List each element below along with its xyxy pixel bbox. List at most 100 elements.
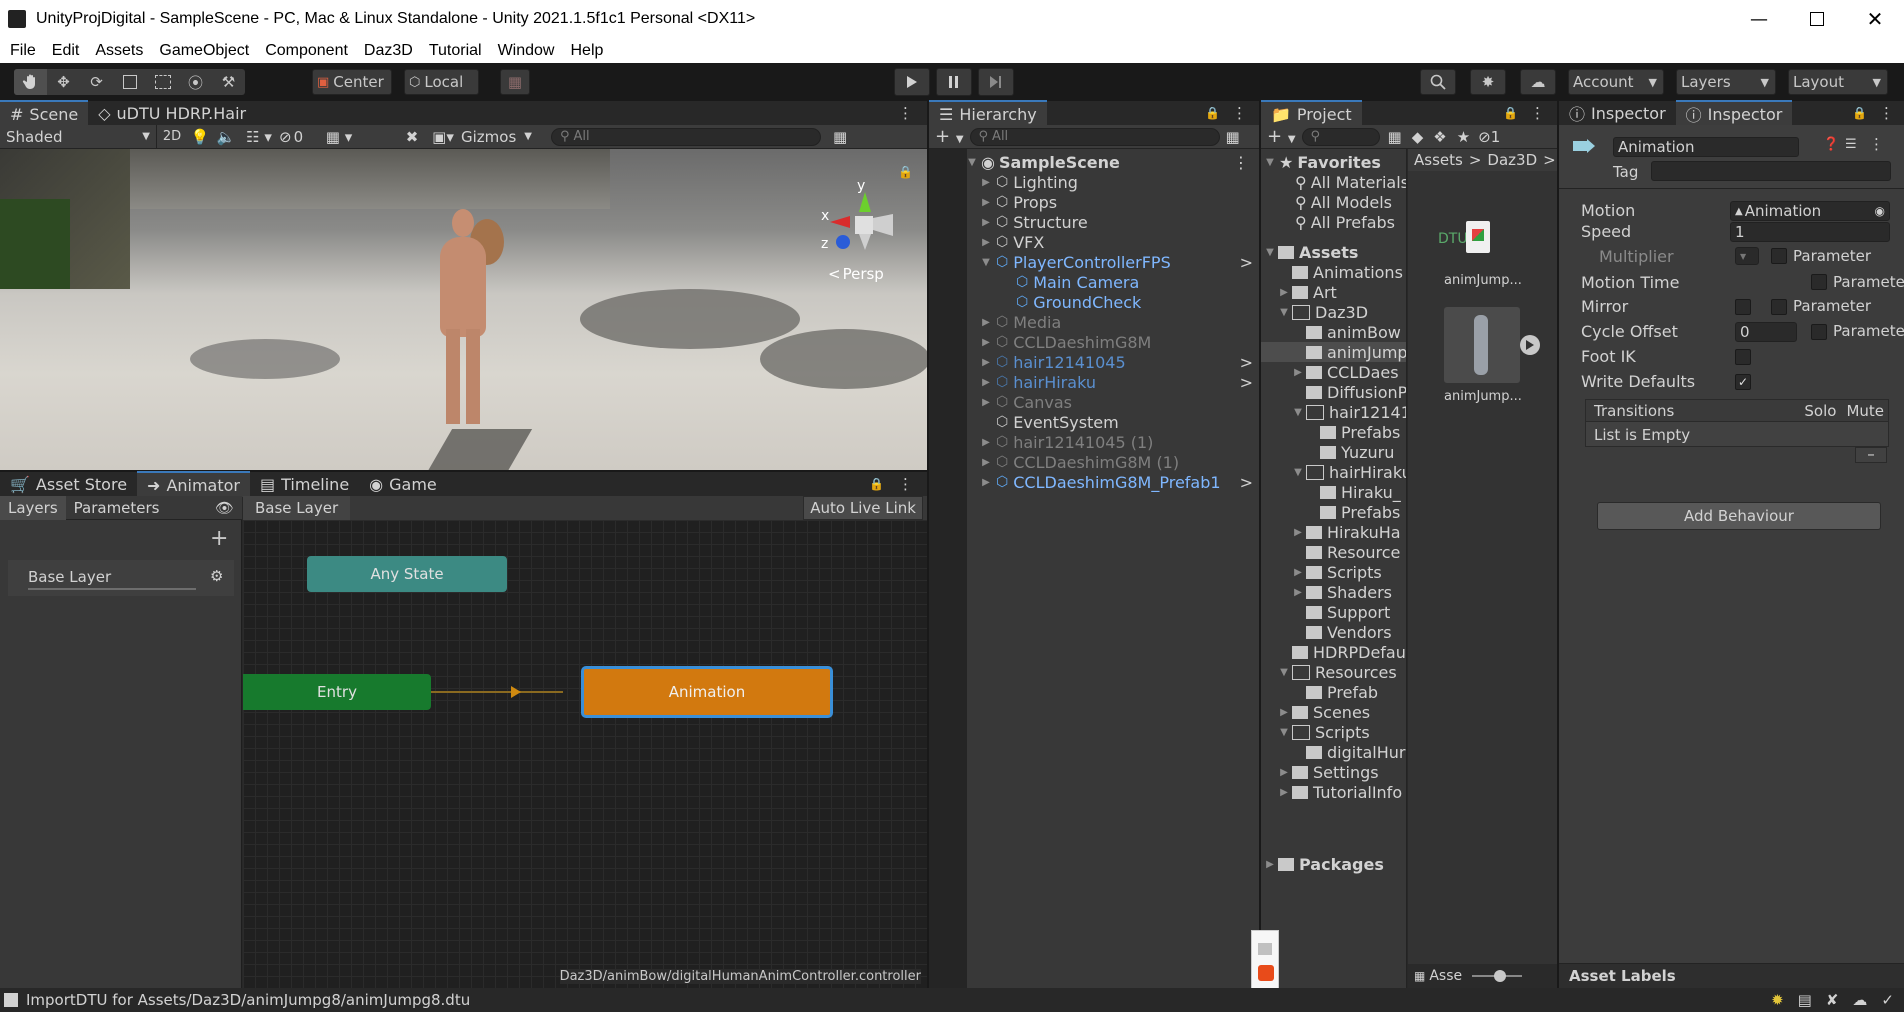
expand-arrow-icon[interactable]: ▼ — [1265, 247, 1275, 258]
expand-arrow-icon[interactable]: ▶ — [981, 437, 991, 448]
favorite-item[interactable]: ⚲ All Prefabs — [1295, 212, 1395, 232]
hierarchy-search-input[interactable]: ⚲ All — [969, 127, 1220, 146]
menu-help[interactable]: Help — [570, 42, 603, 60]
hierarchy-item[interactable]: ▶ ⬡ hairHiraku > — [981, 372, 1259, 392]
tab-udtu-hdrp-hair[interactable]: ◇ uDTU HDRP.Hair — [88, 101, 256, 125]
project-folder-item[interactable]: ▶ HirakuHa — [1293, 522, 1400, 542]
star-icon[interactable]: ★ — [1457, 128, 1470, 146]
ime-menu-icon[interactable] — [1258, 943, 1272, 955]
hand-tool-icon[interactable] — [14, 69, 47, 95]
lock-icon[interactable]: 🔒 — [1852, 106, 1867, 120]
hierarchy-item[interactable]: ▶ ⬡ Props — [981, 192, 1259, 212]
tab-project[interactable]: 📁 Project — [1261, 100, 1362, 126]
gizmos-dropdown[interactable]: Gizmos ▼ — [461, 128, 541, 146]
layout-dropdown[interactable]: Layout ▼ — [1788, 69, 1888, 95]
expand-arrow-icon[interactable]: ▼ — [967, 157, 977, 168]
expand-arrow-icon[interactable]: ▶ — [981, 197, 991, 208]
tab-animator[interactable]: ➜ Animator — [137, 471, 250, 497]
foot-ik-checkbox[interactable] — [1735, 349, 1751, 365]
expand-arrow-icon[interactable]: ▶ — [1293, 587, 1303, 598]
help-icon[interactable]: ❓ — [1823, 137, 1839, 152]
project-folder-item[interactable]: Prefab — [1293, 682, 1378, 702]
play-preview-icon[interactable] — [1520, 335, 1540, 355]
shading-mode-dropdown[interactable]: Shaded ▼ — [0, 124, 157, 149]
lighting-toggle-icon[interactable]: 💡 — [187, 128, 213, 146]
item-menu-icon[interactable]: ⋮ — [1233, 153, 1249, 172]
expand-arrow-icon[interactable]: ▶ — [1265, 859, 1275, 870]
hierarchy-item[interactable]: ▶ ⬡ hair12141045 > — [981, 352, 1259, 372]
hierarchy-item[interactable]: ▶ ⬡ hair12141045 (1) — [981, 432, 1259, 452]
expand-arrow-icon[interactable]: ▶ — [1279, 787, 1289, 798]
hierarchy-item[interactable]: ▶ ⬡ VFX — [981, 232, 1259, 252]
tag-field[interactable] — [1651, 161, 1891, 181]
menu-tutorial[interactable]: Tutorial — [429, 42, 482, 60]
panel-menu-icon[interactable]: ⋮ — [1232, 104, 1247, 122]
menu-assets[interactable]: Assets — [95, 42, 143, 60]
breadcrumb-assets[interactable]: Assets — [1414, 151, 1463, 169]
tab-asset-store[interactable]: 🛒 Asset Store — [0, 472, 137, 496]
packages-root-item[interactable]: ▶ Packages — [1265, 854, 1384, 874]
panel-menu-icon[interactable]: ⋮ — [1530, 104, 1545, 122]
expand-arrow-icon[interactable]: ▼ — [1279, 667, 1289, 678]
dtu-asset-thumbnail[interactable]: DTU — [1438, 209, 1494, 265]
grid-toggle-icon[interactable]: ▦ ▾ — [319, 128, 359, 146]
transform-tool-icon[interactable]: ⦿ — [179, 72, 212, 93]
tab-parameters[interactable]: Parameters — [66, 496, 168, 520]
open-prefab-arrow-icon[interactable]: > — [1240, 253, 1253, 272]
preset-icon[interactable]: ☰ — [1845, 137, 1857, 152]
scene-view-options-icon[interactable]: ▦ — [833, 128, 847, 146]
hierarchy-item[interactable]: ▶ ⬡ Media — [981, 312, 1259, 332]
expand-arrow-icon[interactable]: ▶ — [981, 217, 991, 228]
progress-icon[interactable]: ▤ — [1798, 991, 1812, 1009]
expand-arrow-icon[interactable]: ▶ — [981, 377, 991, 388]
project-folder-item[interactable]: DiffusionP — [1293, 382, 1406, 402]
hierarchy-item[interactable]: ▶ ⬡ CCLDaeshimG8M — [981, 332, 1259, 352]
sogou-icon[interactable] — [1258, 965, 1274, 981]
expand-arrow-icon[interactable]: ▶ — [1279, 287, 1289, 298]
add-object-button[interactable]: + ▼ — [935, 126, 964, 147]
expand-arrow-icon[interactable]: ▶ — [1293, 567, 1303, 578]
auto-live-link-button[interactable]: Auto Live Link — [803, 496, 923, 520]
animation-state-node[interactable]: Animation — [581, 666, 833, 718]
expand-arrow-icon[interactable]: ▶ — [1293, 367, 1303, 378]
expand-arrow-icon[interactable]: ▶ — [1293, 527, 1303, 538]
lock-icon[interactable]: 🔒 — [1205, 106, 1220, 120]
tag-icon[interactable]: ❖ — [1433, 128, 1446, 146]
anim-asset-thumbnail[interactable] — [1444, 307, 1520, 383]
hierarchy-item[interactable]: ▶ ⬡ Lighting — [981, 172, 1259, 192]
tab-layers[interactable]: Layers — [0, 495, 66, 520]
cache-icon[interactable]: ☁ — [1852, 991, 1867, 1009]
hierarchy-item[interactable]: ⬡ GroundCheck — [1001, 292, 1259, 312]
open-prefab-arrow-icon[interactable]: > — [1240, 353, 1253, 372]
pivot-center-button[interactable]: ▣ Center — [312, 69, 392, 95]
rotate-tool-icon[interactable]: ⟳ — [80, 73, 113, 91]
scene-visibility-icon[interactable]: ▦ — [1226, 128, 1240, 146]
any-state-node[interactable]: Any State — [307, 556, 507, 592]
hierarchy-item[interactable]: ▼ ⬡ PlayerControllerFPS > — [981, 252, 1259, 272]
project-folder-item[interactable]: Vendors — [1293, 622, 1392, 642]
project-folder-item[interactable]: ▶ Scripts — [1293, 562, 1382, 582]
close-window-button[interactable]: ✕ — [1846, 7, 1904, 31]
tab-inspector-2[interactable]: ⓘ Inspector — [1675, 100, 1793, 126]
tab-timeline[interactable]: ▤ Timeline — [250, 472, 359, 496]
expand-arrow-icon[interactable]: ▼ — [1265, 157, 1275, 168]
remove-transition-button[interactable]: – — [1855, 447, 1887, 463]
search-by-label-icon[interactable]: ◆ — [1412, 128, 1424, 146]
menu-file[interactable]: File — [10, 42, 36, 60]
account-dropdown[interactable]: Account ▼ — [1568, 69, 1664, 95]
project-folder-item[interactable]: animJump — [1261, 342, 1406, 362]
search-by-type-icon[interactable]: ▦ — [1388, 128, 1402, 146]
project-folder-item[interactable]: Prefabs — [1307, 502, 1400, 522]
layer-item[interactable]: Base Layer ⚙ — [8, 560, 234, 596]
orientation-gizmo[interactable]: y x z — [805, 178, 905, 264]
scale-tool-icon[interactable] — [113, 75, 146, 89]
project-folder-item[interactable]: HDRPDefau — [1279, 642, 1406, 662]
motion-field[interactable]: ▲ Animation ◉ — [1730, 201, 1890, 221]
panel-menu-icon[interactable]: ⋮ — [898, 475, 913, 493]
favorite-item[interactable]: ⚲ All Materials — [1295, 172, 1406, 192]
expand-arrow-icon[interactable]: ▼ — [1279, 727, 1289, 738]
project-folder-item[interactable]: ▼ Daz3D — [1279, 302, 1368, 322]
move-tool-icon[interactable]: ✥ — [47, 73, 80, 91]
cycle-offset-parameter-checkbox[interactable] — [1811, 324, 1827, 340]
object-picker-icon[interactable]: ◉ — [1875, 204, 1885, 218]
